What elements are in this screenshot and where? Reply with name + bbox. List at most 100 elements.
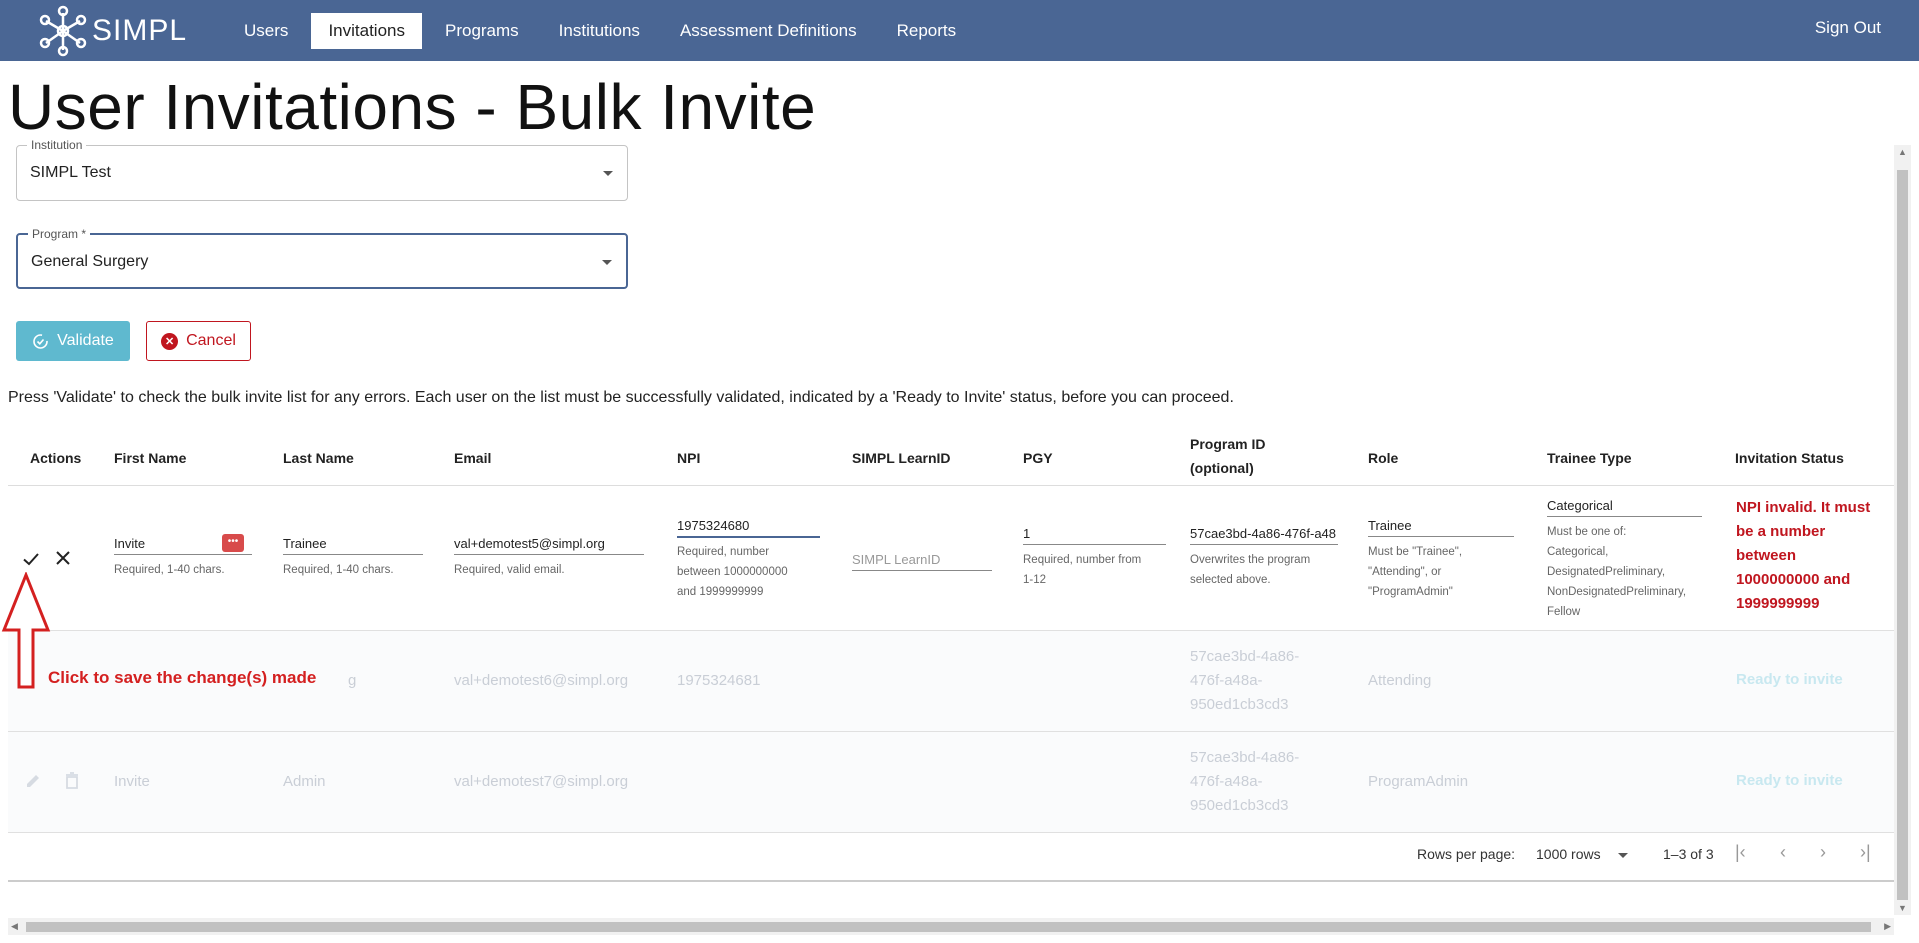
npi-helper-line: between 1000000000 xyxy=(677,566,788,578)
institution-label: Institution xyxy=(27,138,87,152)
status-badge: Ready to invite xyxy=(1736,671,1843,688)
npi-input[interactable]: 1975324680 xyxy=(677,518,820,538)
cancel-label: Cancel xyxy=(186,332,236,349)
validate-button[interactable]: Validate xyxy=(16,321,130,361)
status-error-line: 1999999999 xyxy=(1736,595,1820,612)
role-input[interactable]: Trainee xyxy=(1368,518,1514,537)
bulk-invite-table: Actions First Name Last Name Email NPI S… xyxy=(8,424,1894,886)
nav-item-invitations[interactable]: Invitations xyxy=(311,12,422,49)
validate-label: Validate xyxy=(57,332,114,349)
nav-item-assessment-definitions[interactable]: Assessment Definitions xyxy=(663,13,874,49)
trainee-type-helper-line: NonDesignatedPreliminary, xyxy=(1547,586,1687,598)
trainee-type-helper: Must be one of: Categorical, DesignatedP… xyxy=(1547,522,1686,622)
program-id-helper-line: Overwrites the program xyxy=(1190,554,1311,566)
scroll-thumb[interactable] xyxy=(26,922,1871,932)
email-input[interactable]: val+demotest5@simpl.org xyxy=(454,536,644,555)
last-name-cell: Admin xyxy=(283,773,326,790)
npi-helper-line: and 1999999999 xyxy=(677,586,764,598)
first-page-icon[interactable]: |‹ xyxy=(1735,842,1746,863)
password-dots-icon[interactable]: ••• xyxy=(222,534,244,552)
table-row: Invite Admin val+demotest7@simpl.org 57c… xyxy=(8,732,1894,833)
instructions-text: Press 'Validate' to check the bulk invit… xyxy=(8,389,1234,406)
nav-item-institutions[interactable]: Institutions xyxy=(542,13,657,49)
program-id-line: 950ed1cb3cd3 xyxy=(1190,797,1289,814)
nav-item-reports[interactable]: Reports xyxy=(880,13,974,49)
logo[interactable]: SIMPL xyxy=(38,5,187,57)
check-icon[interactable] xyxy=(20,548,42,570)
rows-per-page-select[interactable]: 1000 rows xyxy=(1536,846,1629,862)
program-label: Program * xyxy=(28,227,91,241)
program-id-line: 57cae3bd-4a86- xyxy=(1190,648,1300,665)
program-id-cell: 57cae3bd-4a86- 476f-a48a- 950ed1cb3cd3 xyxy=(1190,645,1299,717)
learnid-input[interactable]: SIMPL LearnID xyxy=(852,552,992,571)
last-name-input[interactable]: Trainee xyxy=(283,536,423,555)
role-helper-line: "Attending", or xyxy=(1368,566,1442,578)
header-role: Role xyxy=(1368,450,1399,466)
status-badge: Ready to invite xyxy=(1736,772,1843,789)
last-name-helper: Required, 1-40 chars. xyxy=(283,564,394,576)
last-page-icon[interactable]: ›| xyxy=(1860,842,1871,863)
header-first-name: First Name xyxy=(114,450,187,466)
program-id-helper-line: selected above. xyxy=(1190,574,1271,586)
role-cell: ProgramAdmin xyxy=(1368,773,1469,790)
rows-per-page-label: Rows per page: xyxy=(1417,846,1516,862)
annotation-text: Click to save the change(s) made xyxy=(48,668,317,687)
npi-cell: 1975324681 xyxy=(677,672,761,689)
horizontal-scrollbar[interactable]: ◀ ▶ xyxy=(8,918,1894,935)
sign-out-link[interactable]: Sign Out xyxy=(1815,18,1881,38)
table-pagination: Rows per page: 1000 rows 1–3 of 3 |‹ ‹ ›… xyxy=(8,830,1894,882)
program-id-input[interactable]: 57cae3bd-4a86-476f-a48 xyxy=(1190,526,1338,545)
program-id-line: 476f-a48a- xyxy=(1190,773,1263,790)
trainee-type-input[interactable]: Categorical xyxy=(1547,498,1702,517)
institution-value: SIMPL Test xyxy=(30,164,111,181)
nav-item-users[interactable]: Users xyxy=(227,13,305,49)
delete-trash-icon[interactable] xyxy=(64,772,80,790)
cancel-button[interactable]: ✕ Cancel xyxy=(146,321,251,361)
program-id-line: 476f-a48a- xyxy=(1190,672,1263,689)
role-helper-line: "ProgramAdmin" xyxy=(1368,586,1453,598)
scroll-left-icon[interactable]: ◀ xyxy=(11,921,18,932)
edit-pencil-icon[interactable] xyxy=(24,772,42,790)
header-pgy: PGY xyxy=(1023,450,1053,466)
next-page-icon[interactable]: › xyxy=(1820,842,1826,863)
first-name-helper: Required, 1-40 chars. xyxy=(114,564,225,576)
header-program-id-sub: (optional) xyxy=(1190,460,1254,476)
status-error-line: between xyxy=(1736,547,1797,564)
nav-item-programs[interactable]: Programs xyxy=(428,13,536,49)
vertical-scrollbar[interactable]: ▲ ▼ xyxy=(1894,145,1911,915)
page-title: User Invitations - Bulk Invite xyxy=(8,71,817,143)
pgy-helper: Required, number from 1-12 xyxy=(1023,550,1141,590)
prev-page-icon[interactable]: ‹ xyxy=(1780,842,1786,863)
role-helper: Must be "Trainee", "Attending", or "Prog… xyxy=(1368,542,1462,602)
status-error-line: be a number xyxy=(1736,523,1826,540)
chevron-down-icon xyxy=(602,260,612,265)
header-learnid: SIMPL LearnID xyxy=(852,450,951,466)
status-error-line: NPI invalid. It must xyxy=(1736,499,1871,516)
header-last-name: Last Name xyxy=(283,450,354,466)
program-id-line: 57cae3bd-4a86- xyxy=(1190,749,1300,766)
trainee-type-helper-line: DesignatedPreliminary, xyxy=(1547,566,1666,578)
trainee-type-helper-line: Categorical, xyxy=(1547,546,1609,558)
scroll-up-icon[interactable]: ▲ xyxy=(1898,147,1907,157)
program-select[interactable]: Program * General Surgery xyxy=(16,227,628,289)
pgy-input[interactable]: 1 xyxy=(1023,526,1166,545)
npi-helper: Required, number between 1000000000 and … xyxy=(677,542,788,602)
header-trainee-type: Trainee Type xyxy=(1547,450,1632,466)
pgy-helper-line: 1-12 xyxy=(1023,574,1047,586)
scroll-thumb[interactable] xyxy=(1897,170,1908,900)
role-cell: Attending xyxy=(1368,672,1432,689)
scroll-right-icon[interactable]: ▶ xyxy=(1884,921,1891,932)
institution-select[interactable]: Institution SIMPL Test xyxy=(16,138,628,201)
program-id-line: 950ed1cb3cd3 xyxy=(1190,696,1289,713)
header-program-id-label: Program ID xyxy=(1190,436,1266,452)
trainee-type-helper-line: Must be one of: xyxy=(1547,526,1627,538)
header-actions: Actions xyxy=(30,450,82,466)
close-icon[interactable] xyxy=(53,548,73,568)
email-helper: Required, valid email. xyxy=(454,564,565,576)
trainee-type-helper-line: Fellow xyxy=(1547,606,1581,618)
logo-text: SIMPL xyxy=(92,13,188,47)
scroll-down-icon[interactable]: ▼ xyxy=(1898,903,1907,913)
role-helper-line: Must be "Trainee", xyxy=(1368,546,1463,558)
validate-icon xyxy=(33,333,48,349)
rows-per-page-value: 1000 rows xyxy=(1536,846,1601,862)
